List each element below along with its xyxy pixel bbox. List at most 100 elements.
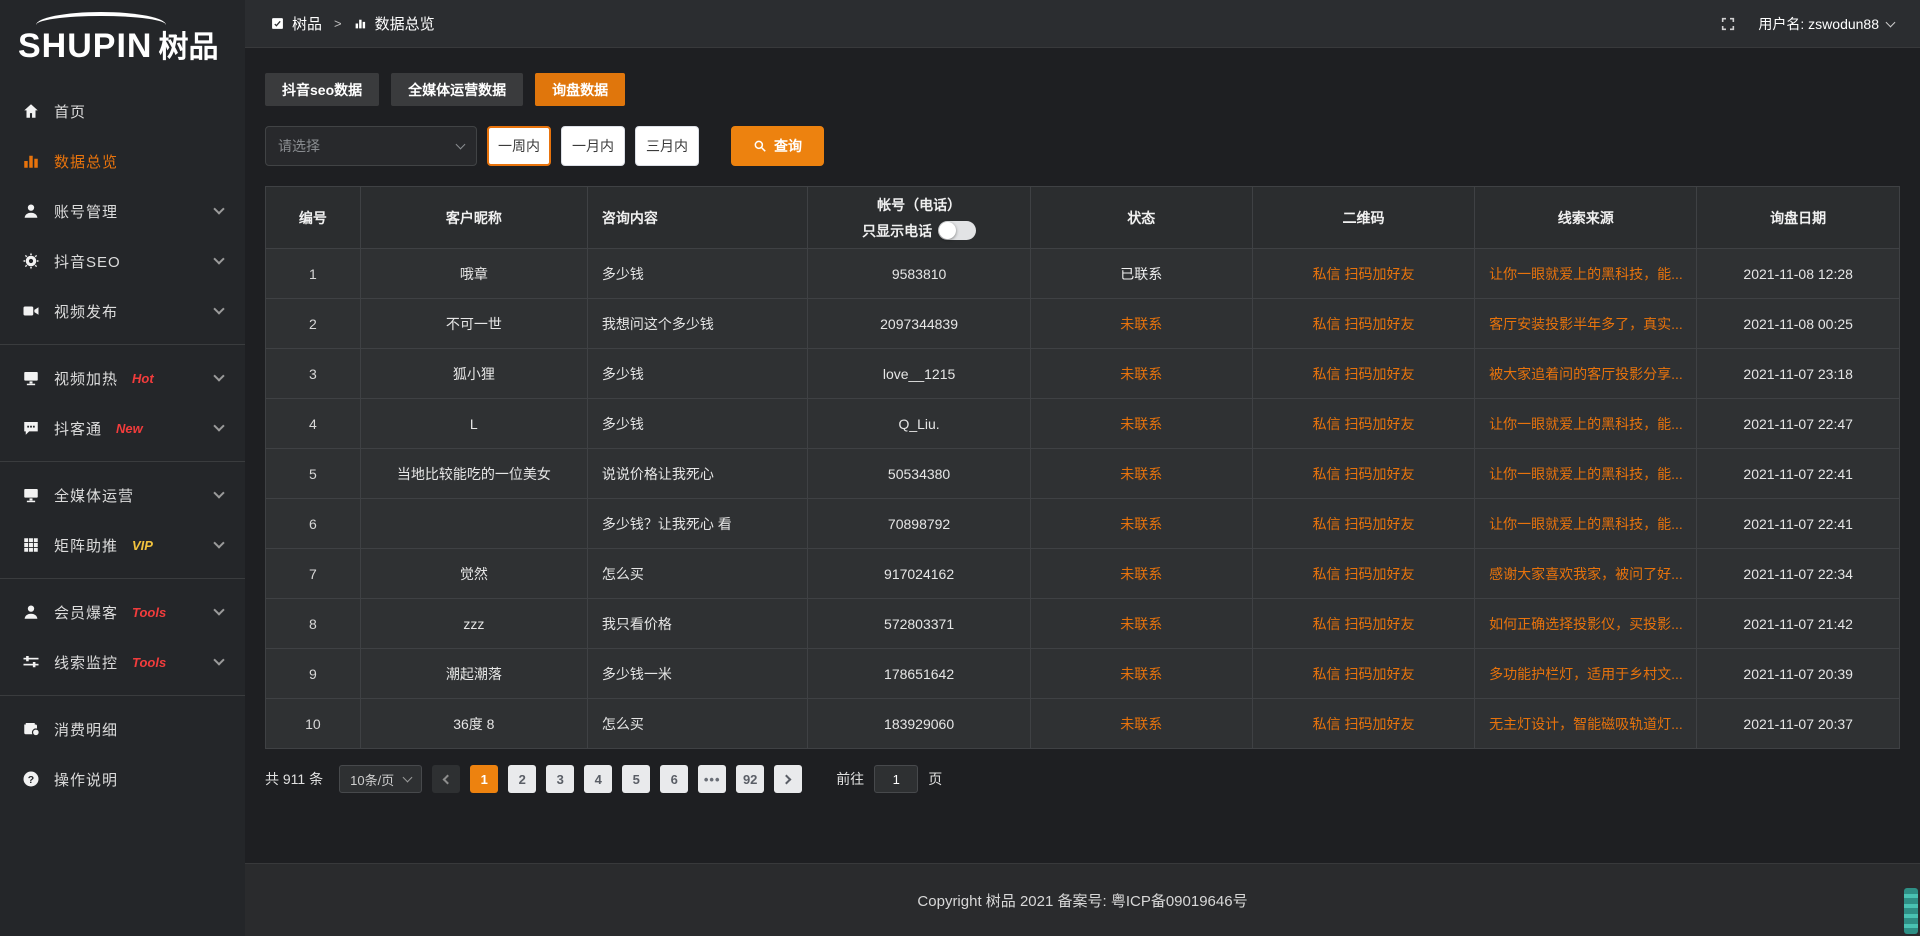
account-phone: 70898792 (808, 499, 1030, 549)
topbar: 树品 > 数据总览 用户名: zswodun88 (245, 0, 1920, 48)
inquiry-content: 怎么买 (587, 699, 808, 749)
customer-nickname: 潮起潮落 (360, 649, 587, 699)
sidebar-item-label: 操作说明 (54, 769, 118, 790)
sidebar-item-label: 数据总览 (54, 151, 118, 172)
page-button-1[interactable]: 1 (470, 765, 498, 793)
qr-add-friend-link[interactable]: 私信 扫码加好友 (1252, 699, 1474, 749)
phone-toggle-label: 只显示电话 (862, 221, 932, 241)
range-button-month[interactable]: 一月内 (561, 126, 625, 166)
question-icon: ? (22, 770, 40, 788)
account-phone: 178651642 (808, 649, 1030, 699)
inquiry-content: 怎么买 (587, 549, 808, 599)
table-row: 5当地比较能吃的一位美女说说价格让我死心50534380未联系私信 扫码加好友让… (266, 449, 1900, 499)
svg-text:?: ? (28, 774, 34, 786)
lead-source-link[interactable]: 让你一眼就爱上的黑科技，能... (1475, 399, 1697, 449)
sidebar-item-video-heating[interactable]: 视频加热Hot (0, 353, 245, 403)
lead-source-link[interactable]: 让你一眼就爱上的黑科技，能... (1475, 499, 1697, 549)
inquiry-date: 2021-11-07 22:41 (1697, 499, 1900, 549)
page-button-5[interactable]: 5 (622, 765, 650, 793)
col-inquiry-date: 询盘日期 (1697, 187, 1900, 249)
row-number: 7 (266, 549, 361, 599)
divider (0, 695, 245, 696)
qr-add-friend-link[interactable]: 私信 扫码加好友 (1252, 449, 1474, 499)
chevron-down-icon (213, 303, 224, 314)
sidebar-item-instructions[interactable]: ? 操作说明 (0, 754, 245, 804)
chat-widget[interactable] (1904, 888, 1918, 934)
sidebar-item-label: 首页 (54, 101, 86, 122)
status-label: 未联系 (1030, 649, 1252, 699)
sidebar-item-matrix-boost[interactable]: 矩阵助推VIP (0, 520, 245, 570)
sidebar-item-doukertong[interactable]: 抖客通New (0, 403, 245, 453)
sidebar-item-lead-monitor[interactable]: 线索监控Tools (0, 637, 245, 687)
page-size-select[interactable]: 10条/页 (339, 765, 422, 793)
divider (0, 578, 245, 579)
page-size-value: 10条/页 (350, 770, 394, 789)
customer-nickname: 当地比较能吃的一位美女 (360, 449, 587, 499)
lead-source-link[interactable]: 感谢大家喜欢我家，被问了好... (1475, 549, 1697, 599)
prev-page-button[interactable] (432, 765, 460, 793)
qr-add-friend-link[interactable]: 私信 扫码加好友 (1252, 349, 1474, 399)
qr-add-friend-link[interactable]: 私信 扫码加好友 (1252, 299, 1474, 349)
qr-add-friend-link[interactable]: 私信 扫码加好友 (1252, 499, 1474, 549)
lead-source-link[interactable]: 让你一眼就爱上的黑科技，能... (1475, 449, 1697, 499)
sidebar-item-member-baoke[interactable]: 会员爆客Tools (0, 587, 245, 637)
phone-only-toggle[interactable] (938, 221, 976, 240)
fullscreen-icon[interactable] (1720, 16, 1736, 32)
tab-douyin-seo-data[interactable]: 抖音seo数据 (265, 73, 379, 106)
page-button-6[interactable]: 6 (660, 765, 688, 793)
tab-omni-media-data[interactable]: 全媒体运营数据 (391, 73, 523, 106)
app-logo: SHUPIN树品 (0, 8, 245, 76)
sidebar-item-video-publish[interactable]: 视频发布 (0, 286, 245, 336)
breadcrumb: 树品 > 数据总览 (271, 13, 435, 34)
inquiry-content: 我只看价格 (587, 599, 808, 649)
tab-inquiry-data[interactable]: 询盘数据 (535, 73, 625, 106)
range-button-quarter[interactable]: 三月内 (635, 126, 699, 166)
qr-add-friend-link[interactable]: 私信 扫码加好友 (1252, 399, 1474, 449)
table-row: 9潮起潮落多少钱一米178651642未联系私信 扫码加好友多功能护栏灯，适用于… (266, 649, 1900, 699)
breadcrumb-item-home[interactable]: 树品 (292, 13, 322, 34)
lead-source-link[interactable]: 客厅安装投影半年多了，真实... (1475, 299, 1697, 349)
inquiry-date: 2021-11-08 00:25 (1697, 299, 1900, 349)
sidebar-item-label: 抖客通 (54, 418, 102, 439)
customer-nickname: 36度 8 (360, 699, 587, 749)
sidebar-item-home[interactable]: 首页 (0, 86, 245, 136)
next-page-button[interactable] (774, 765, 802, 793)
range-button-week[interactable]: 一周内 (487, 126, 551, 166)
user-icon (22, 202, 40, 220)
search-button[interactable]: 查询 (731, 126, 824, 166)
col-account: 帐号（电话） 只显示电话 (808, 187, 1030, 249)
page-button-2[interactable]: 2 (508, 765, 536, 793)
sidebar-item-omni-media-operation[interactable]: 全媒体运营 (0, 470, 245, 520)
qr-add-friend-link[interactable]: 私信 扫码加好友 (1252, 249, 1474, 299)
lead-source-link[interactable]: 被大家追着问的客厅投影分享... (1475, 349, 1697, 399)
sidebar-item-badge: Tools (132, 605, 166, 620)
divider (0, 344, 245, 345)
page-ellipsis[interactable]: ••• (698, 765, 726, 793)
lead-source-link[interactable]: 多功能护栏灯，适用于乡村文... (1475, 649, 1697, 699)
user-menu[interactable]: 用户名: zswodun88 (1758, 14, 1894, 34)
lead-source-link[interactable]: 如何正确选择投影仪，买投影... (1475, 599, 1697, 649)
page-button-92[interactable]: 92 (736, 765, 764, 793)
status-label: 未联系 (1030, 699, 1252, 749)
status-label: 未联系 (1030, 349, 1252, 399)
sidebar-item-douyin-seo[interactable]: 抖音SEO (0, 236, 245, 286)
qr-add-friend-link[interactable]: 私信 扫码加好友 (1252, 649, 1474, 699)
page-button-3[interactable]: 3 (546, 765, 574, 793)
chat-icon (22, 419, 40, 437)
page-button-4[interactable]: 4 (584, 765, 612, 793)
sidebar-item-consumption-detail[interactable]: 消费明细 (0, 704, 245, 754)
lead-source-link[interactable]: 无主灯设计，智能磁吸轨道灯... (1475, 699, 1697, 749)
customer-nickname: 狐小狸 (360, 349, 587, 399)
filter-select[interactable]: 请选择 (265, 126, 477, 166)
qr-add-friend-link[interactable]: 私信 扫码加好友 (1252, 549, 1474, 599)
sidebar-item-label: 全媒体运营 (54, 485, 134, 506)
status-label: 未联系 (1030, 499, 1252, 549)
qr-add-friend-link[interactable]: 私信 扫码加好友 (1252, 599, 1474, 649)
sidebar-item-data-overview[interactable]: 数据总览 (0, 136, 245, 186)
account-phone: love__1215 (808, 349, 1030, 399)
sidebar-item-account-management[interactable]: 账号管理 (0, 186, 245, 236)
lead-source-link[interactable]: 让你一眼就爱上的黑科技，能... (1475, 249, 1697, 299)
jump-page-input[interactable] (874, 765, 918, 793)
user-name-label: 用户名: zswodun88 (1758, 14, 1879, 34)
jump-suffix: 页 (928, 769, 942, 789)
